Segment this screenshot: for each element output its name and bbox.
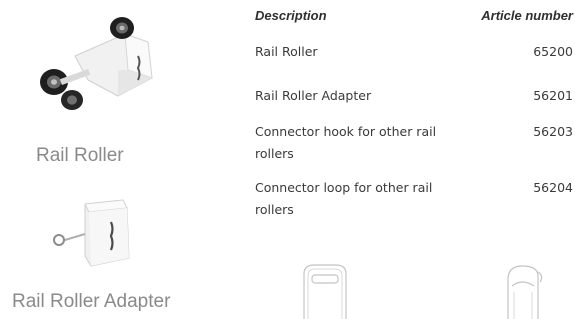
article-number-header: Article number xyxy=(481,8,573,23)
rail-roller-caption: Rail Roller xyxy=(36,145,124,166)
description-header: Description xyxy=(255,8,327,23)
row-article-number: 56203 xyxy=(533,124,573,139)
connector-loop-sketch xyxy=(507,265,543,319)
row-description: Connector loop for other rail rollers xyxy=(255,180,433,217)
connector-hook-sketch xyxy=(303,264,347,319)
rail-roller-adapter-caption: Rail Roller Adapter xyxy=(12,291,171,312)
rail-roller-adapter-image xyxy=(53,199,130,267)
row-article-number: 56201 xyxy=(533,88,573,103)
row-article-number: 56204 xyxy=(533,180,573,195)
row-description: Rail Roller xyxy=(255,44,318,59)
row-article-number: 65200 xyxy=(533,44,573,59)
row-description: Connector hook for other rail rollers xyxy=(255,124,437,161)
row-description: Rail Roller Adapter xyxy=(255,88,372,103)
rail-roller-image xyxy=(40,17,153,110)
